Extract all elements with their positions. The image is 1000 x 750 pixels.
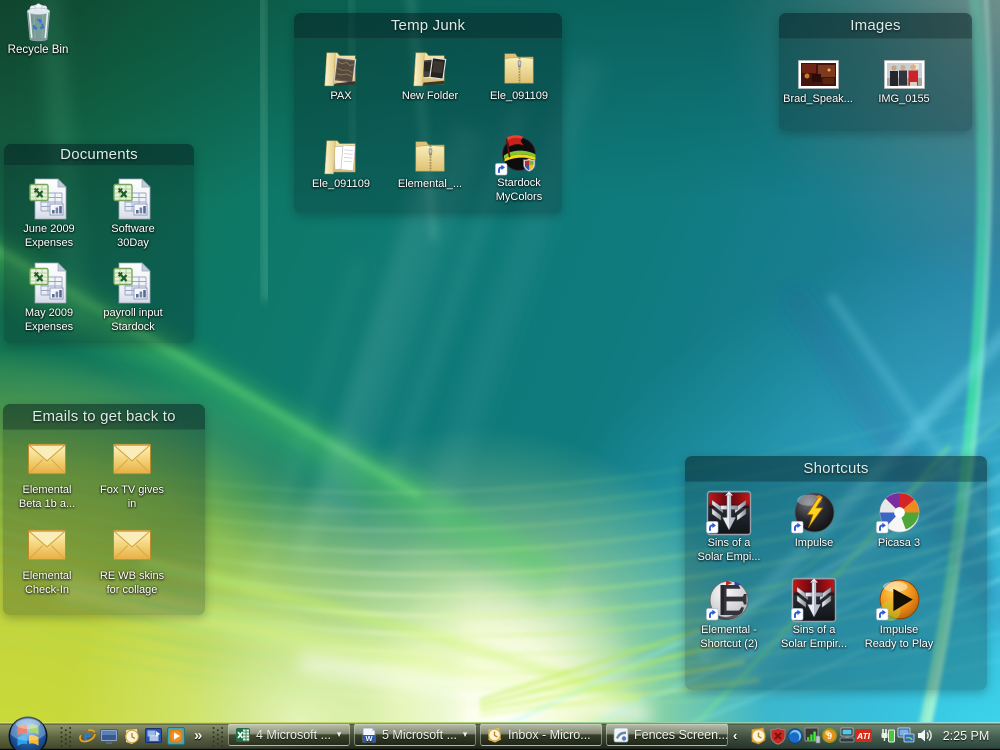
svg-text:9: 9	[827, 731, 832, 741]
svg-text:ATI: ATI	[856, 731, 871, 741]
svg-text:W: W	[365, 734, 373, 743]
